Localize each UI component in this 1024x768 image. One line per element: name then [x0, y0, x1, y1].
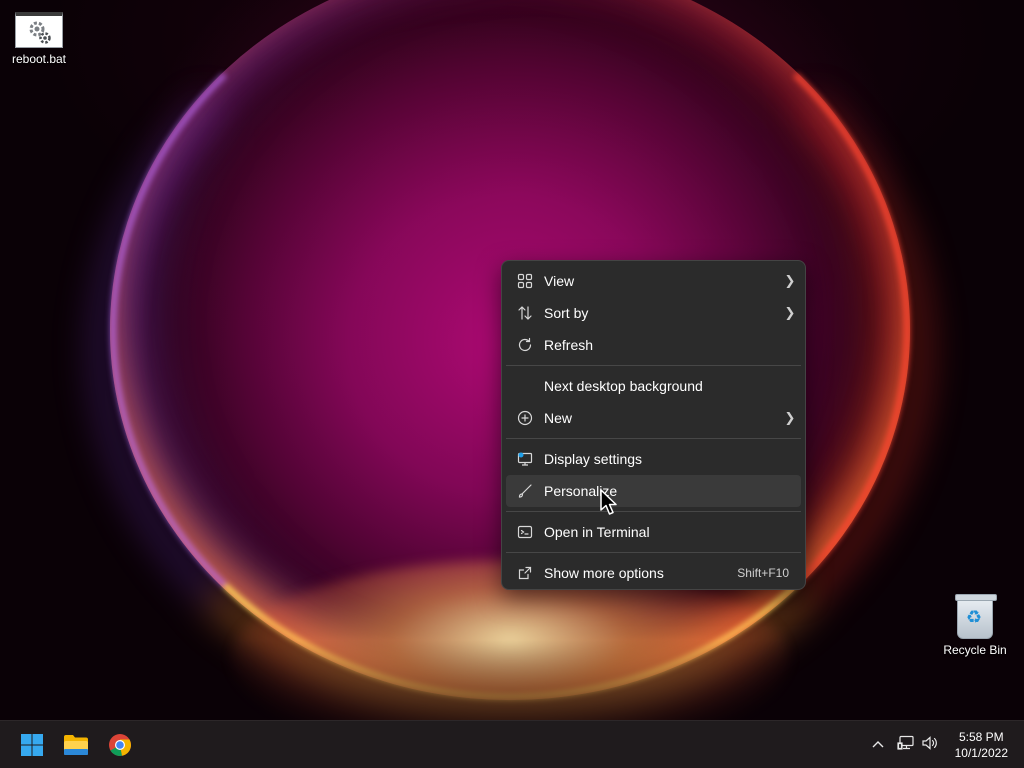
- view-grid-icon: [506, 273, 544, 289]
- desktop-icon-reboot-bat[interactable]: reboot.bat: [1, 12, 77, 66]
- menu-item-open-in-terminal[interactable]: Open in Terminal: [506, 516, 801, 548]
- menu-item-label: Refresh: [544, 337, 594, 353]
- network-status-button[interactable]: [896, 735, 916, 754]
- more-options-icon: [506, 565, 544, 581]
- menu-item-label: View: [544, 273, 575, 289]
- desktop-icon-recycle-bin[interactable]: ♻ Recycle Bin: [937, 594, 1013, 657]
- display-icon: [506, 451, 544, 467]
- menu-item-label: Open in Terminal: [544, 524, 650, 540]
- menu-item-label: Show more options: [544, 565, 664, 581]
- refresh-icon: [506, 337, 544, 353]
- clock-date: 10/1/2022: [954, 746, 1008, 760]
- volume-button[interactable]: [920, 735, 940, 754]
- taskbar-chrome[interactable]: [104, 729, 136, 761]
- chevron-right-icon: ❯: [784, 273, 796, 288]
- menu-item-sort-by[interactable]: Sort by ❯: [506, 297, 801, 329]
- menu-item-show-more-options[interactable]: Show more options Shift+F10: [506, 557, 801, 589]
- taskbar-file-explorer[interactable]: [60, 729, 92, 761]
- chevron-right-icon: ❯: [784, 410, 796, 425]
- menu-item-label: Sort by: [544, 305, 589, 321]
- wallpaper-shade: [0, 640, 1024, 720]
- plus-circle-icon: [506, 410, 544, 426]
- menu-item-view[interactable]: View ❯: [506, 265, 801, 297]
- menu-separator: [506, 438, 801, 439]
- menu-item-new[interactable]: New ❯: [506, 402, 801, 434]
- chrome-icon: [109, 734, 131, 756]
- sort-arrows-icon: [506, 305, 544, 321]
- volume-icon: [921, 735, 939, 754]
- menu-item-personalize[interactable]: Personalize: [506, 475, 801, 507]
- desktop-icon-label: Recycle Bin: [943, 643, 1007, 657]
- menu-item-label: New: [544, 410, 573, 426]
- menu-separator: [506, 365, 801, 366]
- recycle-bin-icon: ♻: [955, 594, 997, 639]
- chevron-right-icon: ❯: [784, 305, 796, 320]
- chevron-up-icon: [872, 735, 884, 751]
- menu-separator: [506, 552, 801, 553]
- menu-item-label: Personalize: [544, 483, 618, 499]
- batch-file-icon: [15, 12, 63, 48]
- menu-item-display-settings[interactable]: Display settings: [506, 443, 801, 475]
- folder-icon: [64, 735, 88, 755]
- mouse-cursor-icon: [600, 489, 620, 522]
- menu-item-refresh[interactable]: Refresh: [506, 329, 801, 361]
- taskbar-clock[interactable]: 5:58 PM 10/1/2022: [955, 729, 1008, 761]
- network-icon: [897, 735, 915, 754]
- brush-icon: [506, 483, 544, 499]
- terminal-icon: [506, 524, 544, 540]
- windows-start-icon: [21, 734, 43, 756]
- desktop-icon-label: reboot.bat: [11, 52, 67, 66]
- desktop-context-menu: View ❯ Sort by ❯ Refresh Next desktop ba…: [501, 260, 806, 590]
- menu-separator: [506, 511, 801, 512]
- clock-time: 5:58 PM: [958, 730, 1004, 744]
- menu-item-next-desktop-background[interactable]: Next desktop background: [506, 370, 801, 402]
- show-hidden-icons-button[interactable]: [868, 735, 888, 751]
- start-button[interactable]: [16, 729, 48, 761]
- menu-item-label: Next desktop background: [544, 378, 703, 394]
- keyboard-shortcut: Shift+F10: [737, 566, 789, 580]
- taskbar: 5:58 PM 10/1/2022: [0, 720, 1024, 768]
- menu-item-label: Display settings: [544, 451, 643, 467]
